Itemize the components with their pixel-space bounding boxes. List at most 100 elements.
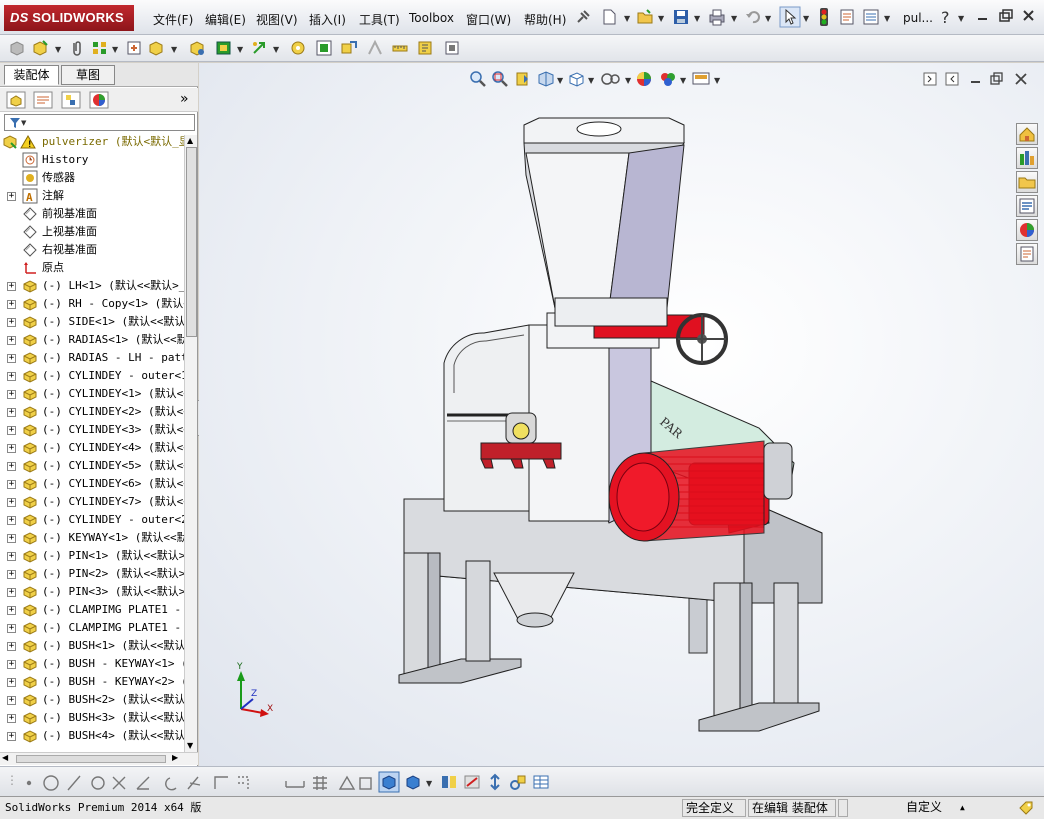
explode-line-sketch-icon[interactable]: [340, 39, 358, 57]
expand-node-icon[interactable]: +: [7, 660, 16, 669]
expand-node-icon[interactable]: +: [7, 300, 16, 309]
chevron-down-icon[interactable]: ▼: [884, 14, 890, 23]
chevron-down-icon[interactable]: ▼: [694, 14, 700, 23]
feature-tree-item[interactable]: + (-) PIN<3> (默认<<默认>: [0, 583, 184, 601]
assembly-features-icon[interactable]: [214, 39, 234, 57]
unit-system[interactable]: 自定义: [850, 799, 945, 817]
menu-help[interactable]: 帮助(H): [524, 11, 566, 28]
close-window-icon[interactable]: [1021, 9, 1037, 23]
feature-tree-item[interactable]: + (-) KEYWAY<1> (默认<<默: [0, 529, 184, 547]
feature-tree-item[interactable]: + (-) BUSH<3> (默认<<默认: [0, 709, 184, 727]
menu-edit[interactable]: 编辑(E): [205, 11, 246, 28]
chevron-down-icon[interactable]: ▼: [624, 14, 630, 23]
expand-node-icon[interactable]: +: [7, 336, 16, 345]
feature-tree-item[interactable]: + (-) BUSH<4> (默认<<默认: [0, 727, 184, 745]
feature-tree-item[interactable]: + (-) RH - Copy<1> (默认<: [0, 295, 184, 313]
expand-node-icon[interactable]: +: [7, 552, 16, 561]
feature-tree-item[interactable]: 上视基准面: [0, 223, 184, 241]
feature-tree-item[interactable]: + (-) BUSH - KEYWAY<1> (默: [0, 655, 184, 673]
tree-horizontal-scrollbar[interactable]: ◀ ▶: [0, 752, 198, 765]
expand-node-icon[interactable]: +: [7, 480, 16, 489]
exploded-view-icon[interactable]: [315, 39, 333, 57]
expand-node-icon[interactable]: +: [7, 696, 16, 705]
feature-tree-item[interactable]: 右视基准面: [0, 241, 184, 259]
undo-icon[interactable]: [744, 8, 762, 26]
expand-node-icon[interactable]: +: [7, 354, 16, 363]
chevron-down-icon[interactable]: ▼: [426, 779, 432, 788]
view-palette-tab[interactable]: [1016, 195, 1038, 217]
expand-node-icon[interactable]: +: [7, 426, 16, 435]
insert-component-icon[interactable]: [8, 39, 26, 57]
paperclip-icon[interactable]: [69, 39, 85, 57]
save-icon[interactable]: [672, 8, 690, 26]
feature-tree-item[interactable]: + (-) BUSH<2> (默认<<默认: [0, 691, 184, 709]
minimize-window-icon[interactable]: [975, 9, 991, 23]
chevron-down-icon[interactable]: ▼: [273, 45, 279, 54]
filter-icon[interactable]: ▼: [9, 117, 27, 129]
chevron-down-icon[interactable]: ▼: [112, 45, 118, 54]
feature-tree-item[interactable]: + (-) BUSH - KEYWAY<2> (默: [0, 673, 184, 691]
scroll-down-arrow[interactable]: ▼: [187, 741, 193, 750]
tree-vertical-scrollbar[interactable]: ▲ ▼: [184, 135, 197, 753]
chevron-down-icon[interactable]: ▼: [237, 45, 243, 54]
chevron-down-icon[interactable]: ▼: [658, 14, 664, 23]
relations-icon[interactable]: [463, 773, 481, 791]
chevron-down-icon[interactable]: ▼: [765, 14, 771, 23]
expand-node-icon[interactable]: +: [7, 624, 16, 633]
menu-toolbox[interactable]: Toolbox: [409, 11, 454, 25]
smart-fasteners-icon[interactable]: [125, 39, 143, 57]
expand-node-icon[interactable]: +: [7, 732, 16, 741]
expand-node-icon[interactable]: +: [7, 642, 16, 651]
expand-node-icon[interactable]: +: [7, 282, 16, 291]
expand-node-icon[interactable]: +: [7, 408, 16, 417]
design-library-tab[interactable]: [1016, 147, 1038, 169]
property-manager-icon[interactable]: [33, 91, 53, 109]
expand-node-icon[interactable]: +: [7, 444, 16, 453]
feature-tree-item[interactable]: + (-) RADIAS<1> (默认<<默: [0, 331, 184, 349]
chevron-down-icon[interactable]: ▼: [958, 14, 964, 23]
units-chevron-up-icon[interactable]: ▲: [960, 797, 965, 818]
feature-tree-item[interactable]: + (-) CYLINDEY<3> (默认<<: [0, 421, 184, 439]
tab-assembly[interactable]: 装配体: [4, 65, 59, 85]
custom-properties-tab[interactable]: [1016, 243, 1038, 265]
feature-tree-item[interactable]: + (-) RADIAS - LH - patti: [0, 349, 184, 367]
expand-node-icon[interactable]: +: [7, 516, 16, 525]
feature-tree-item[interactable]: + A 注解: [0, 187, 184, 205]
expand-node-icon[interactable]: +: [7, 570, 16, 579]
pulverizer-model[interactable]: PAR Y X Z: [199, 63, 1044, 766]
move-entities-icon[interactable]: [486, 773, 504, 791]
feature-tree-item[interactable]: + (-) CYLINDEY<6> (默认<<: [0, 475, 184, 493]
feature-tree-item[interactable]: + (-) CYLINDEY<1> (默认<<: [0, 385, 184, 403]
new-document-icon[interactable]: [600, 8, 618, 26]
feature-tree-item[interactable]: ! pulverizer (默认<默认_显: [0, 133, 184, 151]
expand-node-icon[interactable]: +: [7, 318, 16, 327]
chevron-down-icon[interactable]: ▼: [803, 14, 809, 23]
tab-sketch[interactable]: 草图: [61, 65, 115, 85]
feature-tree-item[interactable]: + (-) PIN<1> (默认<<默认>: [0, 547, 184, 565]
scroll-left-arrow[interactable]: ◀: [2, 753, 8, 762]
measure-icon[interactable]: [391, 39, 409, 57]
expand-node-icon[interactable]: +: [7, 372, 16, 381]
feature-tree-item[interactable]: + (-) CLAMPIMG PLATE1 - 4: [0, 619, 184, 637]
feature-tree-item[interactable]: + (-) CYLINDEY - outer<1>: [0, 367, 184, 385]
feature-tree-item[interactable]: + (-) CYLINDEY - outer<2>: [0, 511, 184, 529]
interference-detection-icon[interactable]: [366, 39, 384, 57]
expand-node-icon[interactable]: +: [7, 192, 16, 201]
mass-properties-icon[interactable]: [416, 39, 434, 57]
scroll-up-arrow[interactable]: ▲: [187, 136, 193, 145]
feature-tree-item[interactable]: + (-) CYLINDEY<4> (默认<<: [0, 439, 184, 457]
expand-node-icon[interactable]: +: [7, 714, 16, 723]
appearances-tab[interactable]: [1016, 219, 1038, 241]
pin-icon[interactable]: [575, 9, 591, 25]
feature-tree-item[interactable]: + (-) CYLINDEY<5> (默认<<: [0, 457, 184, 475]
toggle-selection-icon[interactable]: [440, 773, 458, 791]
menu-file[interactable]: 文件(F): [153, 11, 193, 28]
bill-of-materials-icon[interactable]: [289, 39, 307, 57]
feature-tree-item[interactable]: 原点: [0, 259, 184, 277]
expand-node-icon[interactable]: +: [7, 390, 16, 399]
display-manager-icon[interactable]: [89, 91, 109, 109]
shaded-cube-icon[interactable]: [378, 771, 400, 793]
feature-tree-item[interactable]: + (-) CYLINDEY<7> (默认<<: [0, 493, 184, 511]
section-properties-icon[interactable]: [443, 39, 461, 57]
feature-tree-item[interactable]: 前视基准面: [0, 205, 184, 223]
